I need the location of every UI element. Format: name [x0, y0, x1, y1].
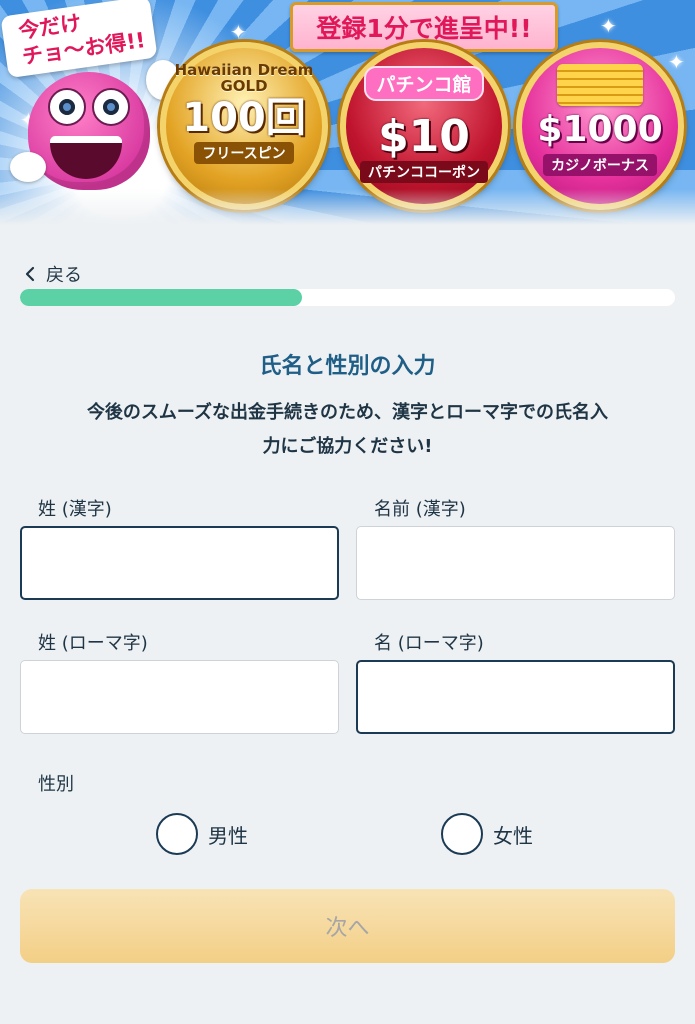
offer-subtitle: カジノボーナス: [543, 154, 657, 176]
subtitle-line: 力にご協力ください!: [262, 436, 433, 457]
mascot-character: [28, 72, 150, 190]
first-name-kanji-input[interactable]: [356, 526, 675, 600]
mascot-mouth: [50, 136, 122, 179]
first-name-kanji-label: 名前 (漢字): [374, 499, 466, 520]
hawaiian-dream-logo: Hawaiian Dream GOLD: [174, 61, 314, 95]
pachinko-logo: パチンコ館: [364, 66, 484, 101]
last-name-kanji-label: 姓 (漢字): [38, 499, 112, 520]
gender-label: 性別: [38, 774, 74, 795]
limited-time-tag: 今だけ チョ〜お得!!: [0, 0, 158, 79]
offer-amount: $1000: [537, 109, 663, 150]
progress-bar: [20, 289, 675, 306]
gender-option-male[interactable]: 男性: [156, 810, 248, 858]
last-name-kanji-input[interactable]: [20, 526, 339, 600]
back-label: 戻る: [46, 265, 82, 286]
last-name-roman-label: 姓 (ローマ字): [38, 633, 148, 654]
mascot-hand: [10, 152, 46, 182]
page-subtitle: 今後のスムーズな出金手続きのため、漢字とローマ字での氏名入 力にご協力ください!: [20, 396, 675, 464]
subtitle-line: 今後のスムーズな出金手続きのため、漢字とローマ字での氏名入: [86, 402, 609, 423]
offer-casino-bonus: $1000 カジノボーナス: [516, 42, 684, 210]
gold-coins-icon: [557, 64, 643, 106]
signup-bonus-text: 登録1分で進呈中!!: [316, 14, 532, 43]
offer-subtitle: パチンココーポン: [360, 161, 488, 183]
back-button[interactable]: 戻る: [24, 262, 82, 286]
sparkle-icon: ✦: [600, 14, 617, 38]
chevron-left-icon: [24, 266, 36, 282]
progress-fill: [20, 289, 302, 306]
offer-pachinko-coupon: パチンコ館 $10 パチンココーポン: [340, 42, 508, 210]
gender-option-label: 男性: [208, 823, 248, 848]
offer-subtitle: フリースピン: [194, 142, 294, 164]
gender-option-female[interactable]: 女性: [441, 810, 533, 858]
offer-amount: 100回: [182, 95, 306, 141]
next-button[interactable]: 次へ: [20, 889, 675, 963]
gender-option-label: 女性: [493, 823, 533, 848]
first-name-roman-input[interactable]: [356, 660, 675, 734]
radio-circle-icon[interactable]: [156, 813, 198, 855]
mascot-eye: [48, 88, 86, 126]
first-name-roman-label: 名 (ローマ字): [374, 633, 484, 654]
radio-circle-icon[interactable]: [441, 813, 483, 855]
mascot-eye: [92, 88, 130, 126]
offer-amount: $10: [378, 111, 470, 162]
page-title: 氏名と性別の入力: [259, 354, 436, 379]
limited-time-text: 今だけ チョ〜お得!!: [16, 10, 147, 69]
offer-free-spins: Hawaiian Dream GOLD 100回 フリースピン: [160, 42, 328, 210]
last-name-roman-input[interactable]: [20, 660, 339, 734]
sparkle-icon: ✦: [230, 20, 247, 44]
sparkle-icon: ✦: [668, 50, 685, 74]
promo-banner[interactable]: ✦ ✦ ✦ ✦ 今だけ チョ〜お得!! 登録1分で進呈中!! Hawaiian …: [0, 0, 695, 225]
